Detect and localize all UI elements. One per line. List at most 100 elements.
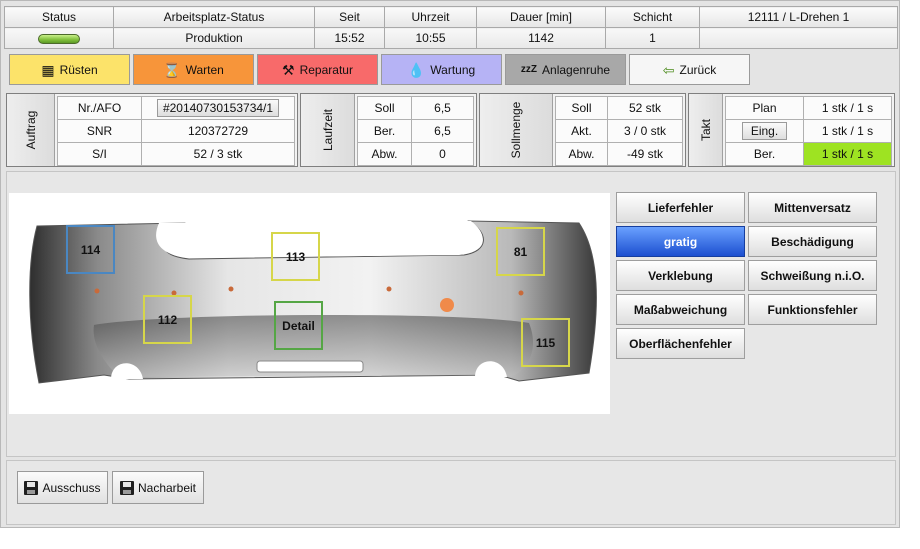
dauer-value: 1142 bbox=[476, 27, 606, 49]
defect-verklebung-button[interactable]: Verklebung bbox=[616, 260, 745, 291]
zurueck-label: Zurück bbox=[679, 62, 717, 77]
laufzeit-title: Laufzeit bbox=[301, 94, 355, 166]
sollmenge-label: Abw. bbox=[555, 142, 608, 166]
defect-beschaedigung-button[interactable]: Beschädigung bbox=[748, 226, 877, 257]
laufzeit-abw-value: 0 bbox=[411, 142, 474, 166]
defect-funktionsfehler-button[interactable]: Funktionsfehler bbox=[748, 294, 877, 325]
table-row: Eing. 1 stk / 1 s bbox=[725, 119, 892, 143]
table-row: Nr./AFO #20140730153734/1 bbox=[57, 96, 295, 120]
machine-value bbox=[699, 27, 898, 49]
laufzeit-panel: Laufzeit Soll 6,5 Ber. 6,5 Abw. 0 bbox=[300, 93, 477, 167]
auftrag-label: SNR bbox=[57, 119, 142, 143]
arbeitsplatz-status-header: Arbeitsplatz-Status bbox=[113, 6, 315, 28]
zone-113[interactable]: 113 bbox=[271, 232, 320, 281]
ausschuss-button[interactable]: Ausschuss bbox=[17, 471, 108, 504]
schicht-header: Schicht bbox=[605, 6, 700, 28]
status-header-row: Status Arbeitsplatz-Status Seit Uhrzeit … bbox=[4, 6, 898, 28]
takt-eing-value: 1 stk / 1 s bbox=[803, 119, 892, 143]
zone-114[interactable]: 114 bbox=[66, 225, 115, 274]
auftrag-label: Nr./AFO bbox=[57, 96, 142, 120]
seit-header: Seit bbox=[314, 6, 385, 28]
warten-button[interactable]: ⌛ Warten bbox=[133, 54, 254, 85]
reparatur-label: Reparatur bbox=[299, 62, 353, 77]
schicht-value: 1 bbox=[605, 27, 700, 49]
uhrzeit-value: 10:55 bbox=[384, 27, 477, 49]
defect-gratig-button[interactable]: gratig bbox=[616, 226, 745, 257]
defect-mittenversatz-button[interactable]: Mittenversatz bbox=[748, 192, 877, 223]
status-light-icon bbox=[38, 33, 80, 44]
afo-cell: #20140730153734/1 bbox=[141, 96, 295, 120]
sollmenge-label: Akt. bbox=[555, 119, 608, 143]
machine-header: 12111 / L-Drehen 1 bbox=[699, 6, 898, 28]
zone-112[interactable]: 112 bbox=[143, 295, 192, 344]
zone-detail[interactable]: Detail bbox=[274, 301, 323, 350]
dauer-header: Dauer [min] bbox=[476, 6, 606, 28]
ruesten-label: Rüsten bbox=[59, 62, 98, 77]
afo-value: #20140730153734/1 bbox=[156, 99, 280, 117]
takt-label: Ber. bbox=[725, 142, 804, 166]
takt-plan-value: 1 stk / 1 s bbox=[803, 96, 892, 120]
defect-lieferfehler-button[interactable]: Lieferfehler bbox=[616, 192, 745, 223]
wartung-button[interactable]: 💧 Wartung bbox=[381, 54, 502, 85]
takt-table: Plan 1 stk / 1 s Eing. 1 stk / 1 s Ber. … bbox=[725, 96, 892, 166]
table-row: Ber. 1 stk / 1 s bbox=[725, 142, 892, 166]
sollmenge-label: Soll bbox=[555, 96, 608, 120]
laufzeit-label: Abw. bbox=[357, 142, 412, 166]
anlagenruhe-label: Anlagenruhe bbox=[542, 62, 611, 77]
zurueck-button[interactable]: ⇦ Zurück bbox=[629, 54, 750, 85]
status-value-row: Produktion 15:52 10:55 1142 1 bbox=[4, 27, 898, 49]
save-icon bbox=[24, 480, 39, 495]
takt-ber-value: 1 stk / 1 s bbox=[803, 142, 892, 166]
oil-drop-icon: 💧 bbox=[407, 61, 426, 78]
laufzeit-ber-value: 6,5 bbox=[411, 119, 474, 143]
defect-schweissung-button[interactable]: Schweißung n.i.O. bbox=[748, 260, 877, 291]
laufzeit-label: Soll bbox=[357, 96, 412, 120]
takt-panel: Takt Plan 1 stk / 1 s Eing. 1 stk / 1 s … bbox=[688, 93, 895, 167]
save-icon bbox=[119, 480, 134, 495]
auftrag-table: Nr./AFO #20140730153734/1 SNR 120372729 … bbox=[57, 96, 295, 166]
defect-oberflaechenfehler-button[interactable]: Oberflächenfehler bbox=[616, 328, 745, 359]
takt-eing-cell: Eing. bbox=[725, 119, 804, 143]
nacharbeit-label: Nacharbeit bbox=[137, 480, 197, 495]
laufzeit-label: Ber. bbox=[357, 119, 412, 143]
auftrag-title: Auftrag bbox=[7, 94, 55, 166]
sollmenge-soll-value: 52 stk bbox=[607, 96, 683, 120]
warten-label: Warten bbox=[185, 62, 224, 77]
zone-81[interactable]: 81 bbox=[496, 227, 545, 276]
defect-massabweichung-button[interactable]: Maßabweichung bbox=[616, 294, 745, 325]
wartung-label: Wartung bbox=[430, 62, 476, 77]
arrow-left-icon: ⇦ bbox=[662, 61, 675, 78]
nacharbeit-button[interactable]: Nacharbeit bbox=[112, 471, 204, 504]
si-value: 52 / 3 stk bbox=[141, 142, 295, 166]
table-row: Akt. 3 / 0 stk bbox=[555, 119, 683, 143]
table-row: Soll 6,5 bbox=[357, 96, 474, 120]
takt-title: Takt bbox=[689, 94, 723, 166]
laufzeit-soll-value: 6,5 bbox=[411, 96, 474, 120]
sollmenge-table: Soll 52 stk Akt. 3 / 0 stk Abw. -49 stk bbox=[555, 96, 683, 166]
reparatur-button[interactable]: ⚒ Reparatur bbox=[257, 54, 378, 85]
sleep-icon: zzZ bbox=[520, 63, 538, 75]
auftrag-panel: Auftrag Nr./AFO #20140730153734/1 SNR 12… bbox=[6, 93, 298, 167]
auftrag-label: S/I bbox=[57, 142, 142, 166]
table-row: S/I 52 / 3 stk bbox=[57, 142, 295, 166]
status-header: Status bbox=[4, 6, 114, 28]
uhrzeit-header: Uhrzeit bbox=[384, 6, 477, 28]
table-row: Abw. -49 stk bbox=[555, 142, 683, 166]
laufzeit-table: Soll 6,5 Ber. 6,5 Abw. 0 bbox=[357, 96, 474, 166]
table-row: Abw. 0 bbox=[357, 142, 474, 166]
eing-button[interactable]: Eing. bbox=[741, 122, 788, 140]
sollmenge-panel: Sollmenge Soll 52 stk Akt. 3 / 0 stk Abw… bbox=[479, 93, 686, 167]
ausschuss-label: Ausschuss bbox=[42, 480, 101, 495]
zone-115[interactable]: 115 bbox=[521, 318, 570, 367]
anlagenruhe-button[interactable]: zzZ Anlagenruhe bbox=[505, 54, 626, 85]
sollmenge-akt-value: 3 / 0 stk bbox=[607, 119, 683, 143]
tools-icon: ⚒ bbox=[282, 61, 295, 78]
table-row: SNR 120372729 bbox=[57, 119, 295, 143]
table-row: Soll 52 stk bbox=[555, 96, 683, 120]
setup-icon: ▦ bbox=[41, 61, 55, 78]
part-image-canvas[interactable]: 114 113 81 112 Detail 115 bbox=[9, 193, 610, 414]
status-cell bbox=[4, 27, 114, 49]
ruesten-button[interactable]: ▦ Rüsten bbox=[9, 54, 130, 85]
sollmenge-title: Sollmenge bbox=[480, 94, 553, 166]
takt-label: Plan bbox=[725, 96, 804, 120]
